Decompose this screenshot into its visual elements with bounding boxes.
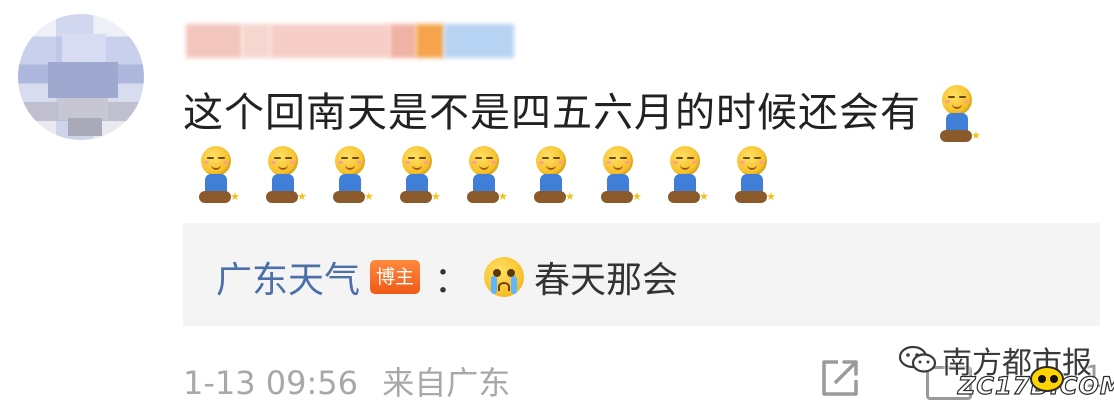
pray-kneeling-emoji: ★	[395, 146, 441, 206]
pray-kneeling-emoji: ★	[462, 146, 508, 206]
comment-text-line: 这个回南天是不是四五六月的时候还会有 ★	[183, 80, 981, 145]
location: 来自广东	[382, 364, 511, 402]
user-avatar[interactable]	[18, 14, 144, 140]
share-button[interactable]	[818, 356, 862, 400]
pray-kneeling-emoji: ★	[730, 146, 776, 206]
emoji-row: ★ ★ ★ ★ ★ ★ ★ ★ ★	[194, 146, 776, 206]
blogger-badge: 博主	[370, 260, 421, 294]
timestamp: 1-13 09:56	[183, 364, 359, 402]
pray-kneeling-emoji: ★	[261, 146, 307, 206]
author-reply: 广东天气 博主 ： 春天那会	[216, 251, 678, 303]
wechat-logo-icon	[898, 345, 938, 375]
pray-kneeling-emoji: ★	[935, 85, 981, 145]
reply-text: 春天那会	[534, 260, 679, 301]
pray-kneeling-emoji: ★	[194, 146, 240, 206]
comment-text: 这个回南天是不是四五六月的时候还会有	[183, 90, 921, 136]
pray-kneeling-emoji: ★	[529, 146, 575, 206]
share-icon	[822, 360, 858, 396]
comment-meta: 1-13 09:56 来自广东	[183, 358, 510, 404]
pray-kneeling-emoji: ★	[596, 146, 642, 206]
watermark-mascot-icon	[1030, 366, 1064, 392]
reply-author-link[interactable]: 广东天气	[216, 251, 360, 303]
reply-colon: ：	[434, 260, 471, 301]
username-blurred[interactable]	[186, 18, 526, 64]
comment-card: 这个回南天是不是四五六月的时候还会有 ★ ★ ★ ★ ★ ★ ★ ★ ★ ★ 广…	[0, 0, 1114, 411]
crying-face-emoji	[484, 257, 525, 297]
author-reply-box[interactable]: 广东天气 博主 ： 春天那会	[183, 223, 1100, 326]
pray-kneeling-emoji: ★	[328, 146, 374, 206]
pray-kneeling-emoji: ★	[663, 146, 709, 206]
